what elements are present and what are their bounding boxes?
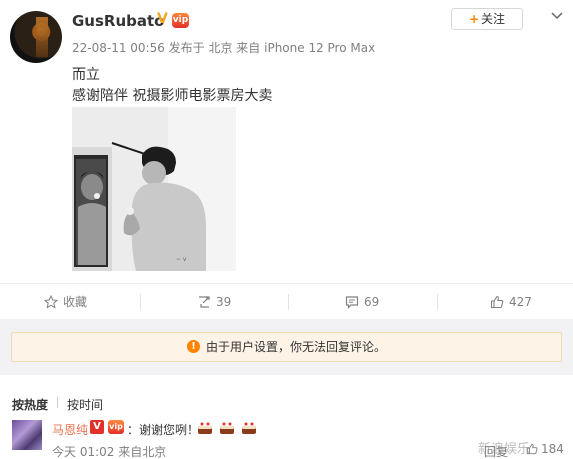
post-text-line-1: 而立	[72, 67, 100, 83]
post-text-line-2: 感谢陪伴 祝摄影师电影票房大卖	[72, 88, 273, 104]
sort-by-time-tab[interactable]: 按时间	[67, 396, 103, 413]
star-icon	[43, 294, 59, 309]
notice-area: ! 由于用户设置，你无法回复评论。	[0, 319, 573, 375]
sort-by-hot-tab[interactable]: 按热度	[12, 396, 48, 413]
repost-count: 39	[216, 295, 232, 309]
like-count: 427	[509, 295, 532, 309]
favorite-button[interactable]: 收藏	[43, 284, 88, 320]
cake-icon	[220, 422, 235, 434]
cake-emoji-group	[197, 419, 258, 438]
repost-icon	[199, 295, 210, 308]
comment-icon	[345, 295, 359, 309]
vip-crown-icon: vip	[108, 420, 124, 434]
notice-text: 由于用户设置，你无法回复评论。	[205, 340, 386, 354]
action-divider	[288, 294, 289, 310]
post-meta: 22-08-11 00:56 发布于 北京 来自 iPhone 12 Pro M…	[72, 41, 376, 55]
vip-crown-icon: vip	[172, 13, 189, 28]
verified-icon: V	[157, 11, 168, 27]
svg-text:~ v: ~ v	[176, 256, 187, 263]
commenter-name[interactable]: 马恩纯	[52, 421, 88, 438]
reply-restricted-notice: ! 由于用户设置，你无法回复评论。	[11, 332, 562, 362]
repost-button[interactable]: 39	[197, 284, 231, 320]
follow-label: 关注	[481, 12, 506, 26]
follow-button[interactable]: + 关注	[451, 8, 523, 30]
comment-like-count: 184	[541, 442, 564, 456]
favorite-label: 收藏	[63, 295, 88, 309]
verified-icon: V	[90, 420, 104, 434]
cake-icon	[198, 422, 212, 434]
commenter-avatar[interactable]	[12, 420, 42, 450]
post-actions: 收藏 39 69 427	[0, 283, 573, 319]
comment-like-button[interactable]: 184	[526, 442, 564, 456]
action-divider	[140, 294, 141, 310]
warning-icon: !	[186, 340, 200, 353]
chevron-down-icon[interactable]	[550, 8, 564, 22]
thumbs-up-icon	[490, 295, 504, 308]
comment-text: ：谢谢您咧！	[127, 423, 200, 437]
action-divider	[437, 294, 438, 310]
author-name[interactable]: GusRubato	[72, 12, 164, 30]
reply-button[interactable]: 回复	[484, 443, 508, 459]
comment-count: 69	[364, 295, 380, 309]
plus-icon: +	[468, 12, 480, 26]
cake-icon	[242, 422, 257, 434]
sort-divider	[57, 397, 58, 408]
comment-button[interactable]: 69	[345, 284, 379, 320]
like-button[interactable]: 427	[490, 284, 532, 320]
post-photo[interactable]: ~ v	[72, 107, 236, 271]
author-avatar[interactable]	[10, 11, 62, 63]
comment-meta: 今天 01:02 来自北京	[52, 445, 167, 459]
thumbs-up-icon	[526, 443, 538, 454]
